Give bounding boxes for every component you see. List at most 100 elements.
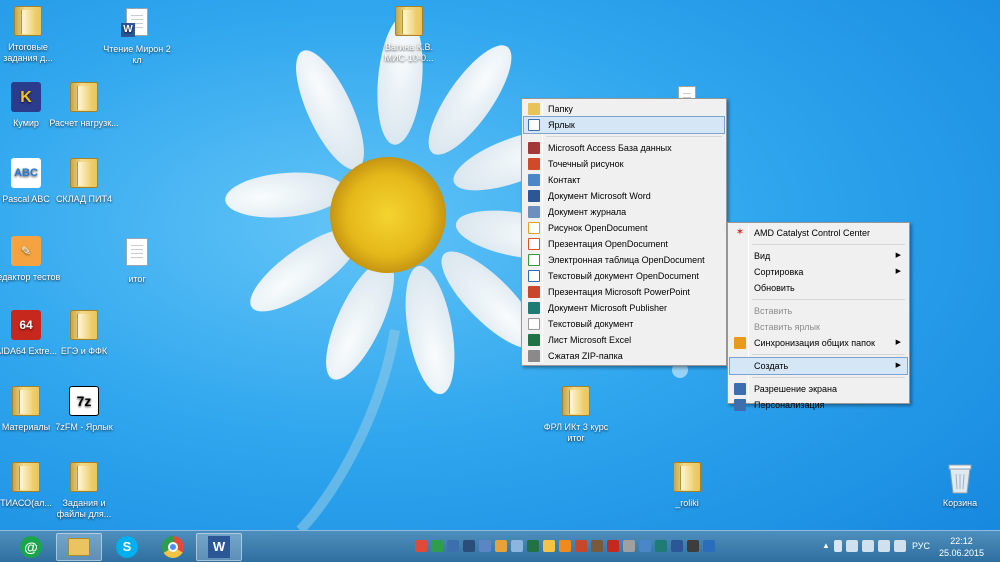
word-icon xyxy=(528,190,540,202)
kumir-app-icon: K xyxy=(11,82,41,112)
desktop-icon[interactable]: Вагина К.В. МИС-10-0... xyxy=(373,6,445,64)
menu-item-new-odt[interactable]: Текстовый документ OpenDocument xyxy=(524,268,724,284)
menu-item-new-odp[interactable]: Презентация OpenDocument xyxy=(524,236,724,252)
desktop-icon[interactable]: СКЛАД ПИТ4 xyxy=(48,158,120,205)
menu-item-screen-resolution[interactable]: Разрешение экрана xyxy=(730,381,907,397)
menu-item-new-odg[interactable]: Рисунок OpenDocument xyxy=(524,220,724,236)
menu-item-view[interactable]: Вид ▶ xyxy=(730,248,907,264)
desktop-icon[interactable]: Корзина xyxy=(924,462,996,509)
word-document-icon xyxy=(121,8,148,37)
quick-launch-icon[interactable] xyxy=(639,540,651,552)
folder-icon xyxy=(14,6,42,36)
menu-item-new-zip[interactable]: Сжатая ZIP-папка xyxy=(524,348,724,364)
menu-item-new-folder[interactable]: Папку xyxy=(524,101,724,117)
desktop-icon[interactable]: Задания и файлы для... xyxy=(48,462,120,520)
desktop-icon[interactable]: итог xyxy=(101,236,173,285)
language-indicator[interactable]: РУС xyxy=(912,541,930,551)
folder-icon xyxy=(70,158,98,188)
taskbar-mail-agent[interactable]: @ xyxy=(8,533,54,561)
folder-icon xyxy=(673,462,701,492)
menu-item-amd-catalyst[interactable]: ✶ AMD Catalyst Control Center xyxy=(730,225,907,241)
display-icon xyxy=(734,383,746,395)
quick-launch-icon[interactable] xyxy=(655,540,667,552)
quick-launch-icon[interactable] xyxy=(543,540,555,552)
show-hidden-icons-icon[interactable]: ▲ xyxy=(822,540,830,552)
keyboard-icon[interactable] xyxy=(893,540,906,552)
menu-item-new-access[interactable]: Microsoft Access База данных xyxy=(524,140,724,156)
word-icon: W xyxy=(208,536,230,558)
quick-launch-icon[interactable] xyxy=(607,540,619,552)
clock-date: 25.06.2015 xyxy=(938,548,984,558)
menu-item-sort[interactable]: Сортировка ▶ xyxy=(730,264,907,280)
menu-item-sync-shared-folders[interactable]: Синхронизация общих папок ▶ xyxy=(730,335,907,351)
menu-item-new-powerpoint[interactable]: Презентация Microsoft PowerPoint xyxy=(524,284,724,300)
quick-launch-icon[interactable] xyxy=(623,540,635,552)
desktop-icon[interactable]: ЕГЭ и ФФК xyxy=(48,310,120,357)
test-editor-icon: ✎ xyxy=(11,236,41,266)
desktop-icon[interactable]: Расчет нагрузк... xyxy=(48,82,120,129)
mail-agent-icon: @ xyxy=(20,536,42,558)
taskbar-file-explorer[interactable] xyxy=(56,533,102,561)
menu-item-new[interactable]: Создать ▶ xyxy=(729,357,908,375)
txt-icon xyxy=(528,318,540,330)
menu-item-new-publisher[interactable]: Документ Microsoft Publisher xyxy=(524,300,724,316)
menu-item-new-excel[interactable]: Лист Microsoft Excel xyxy=(524,332,724,348)
folder-icon xyxy=(12,462,40,492)
menu-item-refresh[interactable]: Обновить xyxy=(730,280,907,296)
odg-icon xyxy=(528,222,540,234)
menu-item-personalize[interactable]: Персонализация xyxy=(730,397,907,413)
recycle-bin-icon xyxy=(948,464,972,494)
menu-item-new-bitmap[interactable]: Точечный рисунок xyxy=(524,156,724,172)
taskbar-skype[interactable]: S xyxy=(104,533,150,561)
menu-item-new-shortcut[interactable]: Ярлык xyxy=(523,116,725,134)
submenu-arrow-icon: ▶ xyxy=(895,252,901,259)
submenu-arrow-icon: ▶ xyxy=(895,268,901,275)
quick-launch-icon[interactable] xyxy=(463,540,475,552)
quick-launch-icon[interactable] xyxy=(415,540,427,552)
quick-launch-icon[interactable] xyxy=(431,540,443,552)
quick-launch-icon[interactable] xyxy=(575,540,587,552)
text-document-icon xyxy=(126,238,148,266)
quick-launch-icon[interactable] xyxy=(559,540,571,552)
network-icon[interactable] xyxy=(861,540,874,552)
quick-launch-icon[interactable] xyxy=(671,540,683,552)
menu-item-paste[interactable]: Вставить xyxy=(730,303,907,319)
quick-launch-icon[interactable] xyxy=(703,540,715,552)
powerpoint-icon xyxy=(528,286,540,298)
desktop-icon[interactable]: _roliki xyxy=(651,462,723,509)
quick-launch-icon[interactable] xyxy=(511,540,523,552)
quick-launch-icon[interactable] xyxy=(447,540,459,552)
menu-item-new-word[interactable]: Документ Microsoft Word xyxy=(524,188,724,204)
taskbar-word[interactable]: W xyxy=(196,533,242,561)
menu-item-new-ods[interactable]: Электронная таблица OpenDocument xyxy=(524,252,724,268)
folder-icon xyxy=(528,103,540,115)
desktop-icon[interactable]: 7z 7zFM - Ярлык xyxy=(48,386,120,433)
menu-item-new-contact[interactable]: Контакт xyxy=(524,172,724,188)
journal-icon xyxy=(528,206,540,218)
taskbar: @ S W ▲ РУС 22:12 25.06.2015 xyxy=(0,530,1000,562)
speaker-icon[interactable] xyxy=(877,540,890,552)
quick-launch-icon[interactable] xyxy=(495,540,507,552)
amd-icon: ✶ xyxy=(735,227,745,238)
odt-icon xyxy=(528,270,540,282)
menu-item-new-journal[interactable]: Документ журнала xyxy=(524,204,724,220)
quick-launch-icon[interactable] xyxy=(591,540,603,552)
taskbar-chrome[interactable] xyxy=(150,533,196,561)
action-center-icon[interactable] xyxy=(845,540,858,552)
desktop-icon[interactable]: ФРЛ ИКт 3 курс итог xyxy=(540,386,612,444)
menu-item-new-text[interactable]: Текстовый документ xyxy=(524,316,724,332)
publisher-icon xyxy=(528,302,540,314)
taskbar-clock[interactable]: 22:12 25.06.2015 xyxy=(939,535,984,559)
menu-item-paste-shortcut[interactable]: Вставить ярлык xyxy=(730,319,907,335)
desktop-icon[interactable]: Итоговые задания д... xyxy=(0,6,64,64)
file-explorer-icon xyxy=(68,538,90,556)
sync-icon xyxy=(734,337,746,349)
desktop-icon[interactable]: ✎ Редактор тестов xyxy=(0,236,62,283)
contact-icon xyxy=(528,174,540,186)
quick-launch-icon[interactable] xyxy=(527,540,539,552)
excel-icon xyxy=(528,334,540,346)
battery-icon[interactable] xyxy=(833,540,842,552)
desktop-icon[interactable]: Чтение Мирон 2 кл xyxy=(101,6,173,66)
quick-launch-icon[interactable] xyxy=(479,540,491,552)
quick-launch-icon[interactable] xyxy=(687,540,699,552)
